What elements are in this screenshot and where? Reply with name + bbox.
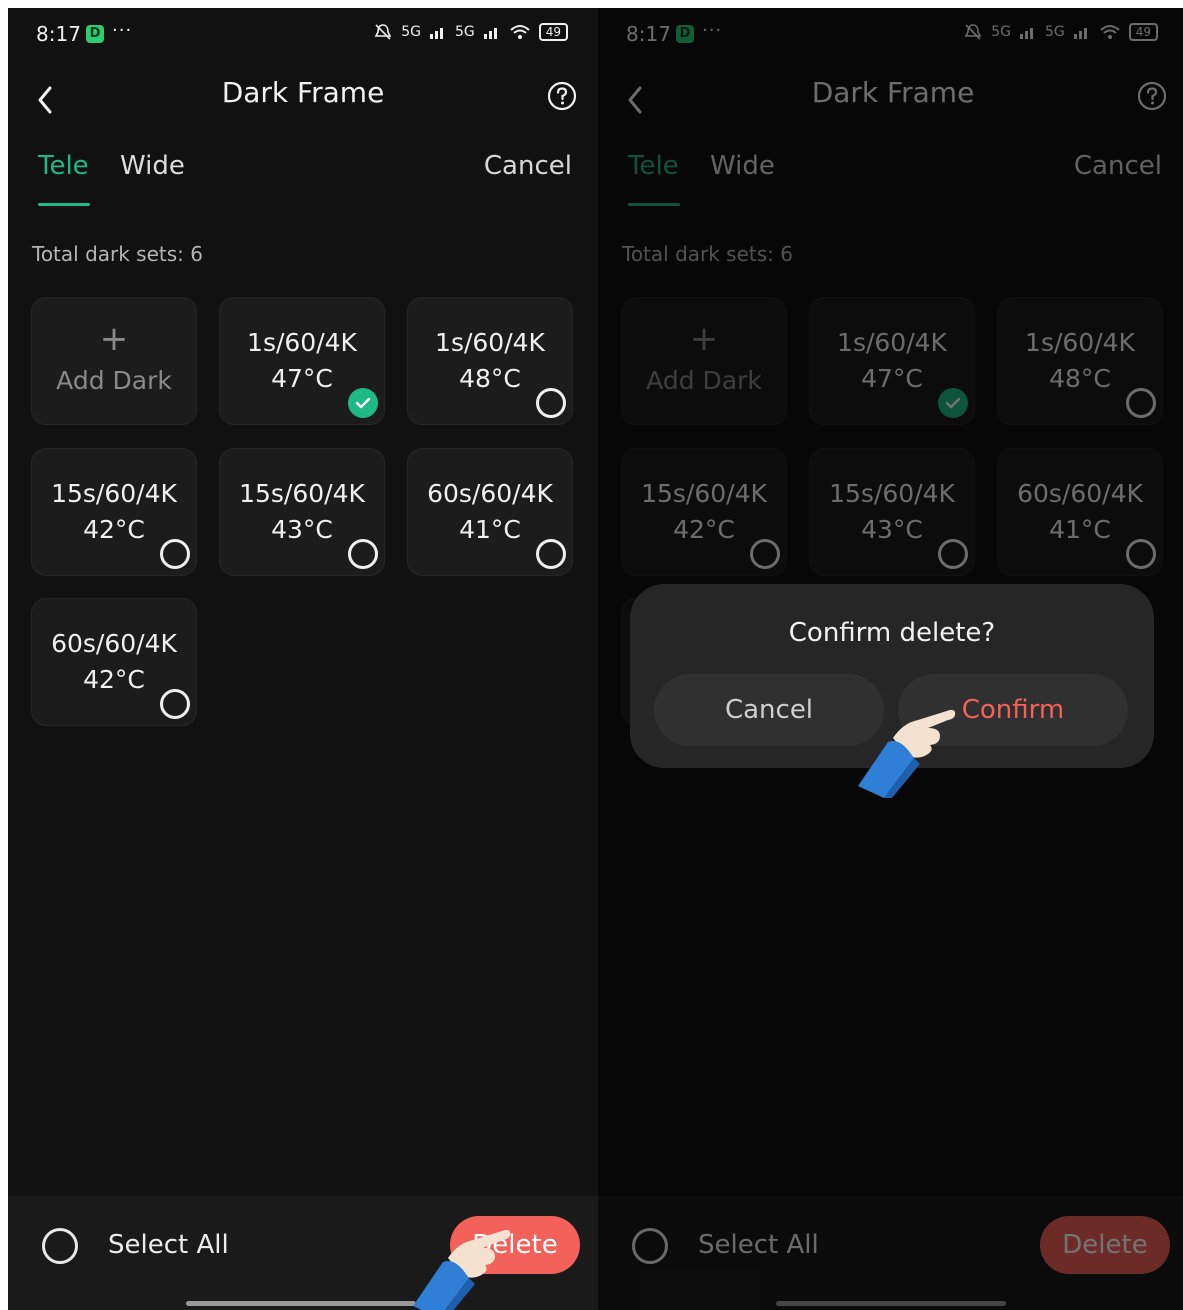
status-icons: 5G 5G 49 bbox=[373, 22, 568, 42]
status-bar: 8:17 D ··· 5G 5G 49 bbox=[8, 8, 598, 62]
dark-set-exposure: 1s/60/4K bbox=[435, 328, 545, 357]
add-dark-button[interactable]: + Add Dark bbox=[32, 298, 196, 424]
dark-set-exposure: 60s/60/4K bbox=[427, 479, 553, 508]
dark-set-card[interactable]: 60s/60/4K 42°C bbox=[32, 599, 196, 725]
add-dark-label: Add Dark bbox=[56, 366, 172, 395]
dark-set-card[interactable]: 60s/60/4K 41°C bbox=[408, 449, 572, 575]
plus-icon: + bbox=[99, 319, 129, 359]
signal-bars-icon-2 bbox=[483, 28, 497, 39]
help-icon[interactable] bbox=[546, 80, 578, 112]
app-badge-icon: D bbox=[86, 25, 104, 43]
dark-set-exposure: 15s/60/4K bbox=[239, 479, 365, 508]
dialog-title: Confirm delete? bbox=[788, 618, 996, 648]
unselected-radio-icon[interactable] bbox=[536, 388, 566, 418]
tab-wide[interactable]: Wide bbox=[120, 151, 185, 181]
page-title: Dark Frame bbox=[221, 76, 385, 109]
cancel-selection-button[interactable]: Cancel bbox=[484, 151, 572, 181]
dark-set-exposure: 60s/60/4K bbox=[51, 629, 177, 658]
unselected-radio-icon[interactable] bbox=[348, 539, 378, 569]
dark-set-card[interactable]: 1s/60/4K 48°C bbox=[408, 298, 572, 424]
dark-set-card[interactable]: 1s/60/4K 47°C bbox=[220, 298, 384, 424]
phone-screen-right: 8:17 D ··· 5G 5G 49 Dark Frame Tele Wide… bbox=[598, 8, 1183, 1310]
pointing-hand-icon bbox=[413, 1229, 511, 1310]
total-dark-sets: Total dark sets: 6 bbox=[32, 242, 203, 266]
wifi-icon bbox=[510, 25, 530, 39]
signal-icon: 5G bbox=[401, 24, 421, 40]
dark-set-card[interactable]: 15s/60/4K 42°C bbox=[32, 449, 196, 575]
phone-screen-left: 8:17 D ··· 5G 5G 49 Dark Frame Tele Wide… bbox=[8, 8, 598, 1310]
selected-check-icon[interactable] bbox=[348, 388, 378, 418]
unselected-radio-icon[interactable] bbox=[160, 539, 190, 569]
pointing-hand-icon bbox=[858, 709, 956, 798]
unselected-radio-icon[interactable] bbox=[160, 689, 190, 719]
signal-icon-2: 5G bbox=[454, 24, 475, 40]
dark-set-card[interactable]: 15s/60/4K 43°C bbox=[220, 449, 384, 575]
select-all-label[interactable]: Select All bbox=[108, 1230, 229, 1260]
home-indicator bbox=[186, 1301, 416, 1306]
battery-icon: 49 bbox=[538, 23, 568, 41]
unselected-radio-icon[interactable] bbox=[536, 539, 566, 569]
tab-tele[interactable]: Tele bbox=[38, 151, 89, 181]
more-notifications-icon: ··· bbox=[112, 20, 133, 41]
dark-set-exposure: 1s/60/4K bbox=[247, 328, 357, 357]
signal-bars-icon bbox=[429, 28, 443, 39]
dark-set-exposure: 15s/60/4K bbox=[51, 479, 177, 508]
select-all-radio-icon[interactable] bbox=[42, 1228, 78, 1264]
status-time: 8:17 bbox=[36, 22, 81, 46]
silent-bell-icon bbox=[374, 24, 392, 40]
active-tab-indicator bbox=[38, 203, 90, 206]
